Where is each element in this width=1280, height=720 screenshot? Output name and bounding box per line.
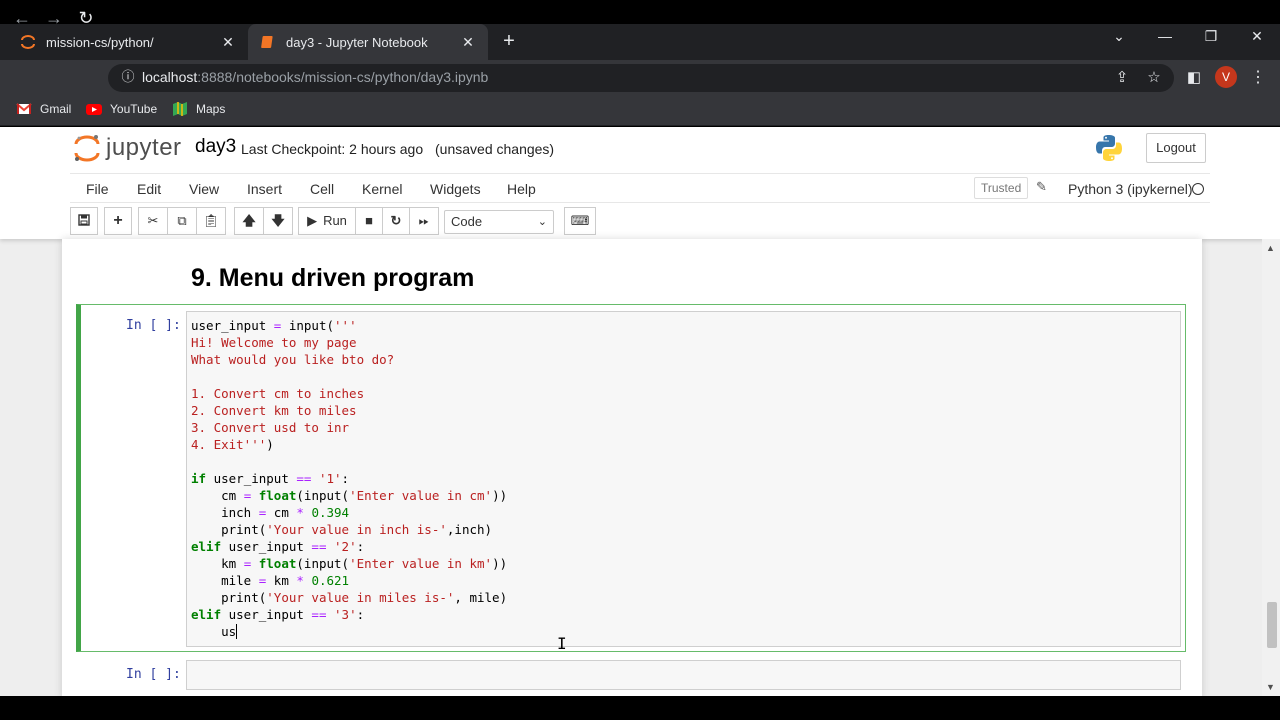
url-text[interactable]: localhost:8888/notebooks/mission-cs/pyth… [142,69,488,85]
restore-icon[interactable]: ❐ [1196,28,1226,45]
mouse-ibeam-icon: I [557,634,567,653]
logo-text: jupyter [106,134,182,161]
cell-type-select[interactable]: Code ⌄ [444,210,554,234]
move-up-icon[interactable]: 🡅 [234,207,264,235]
python-logo-icon [1096,135,1122,161]
menu-edit[interactable]: Edit [137,181,161,197]
bookmark-star-icon[interactable]: ☆ [1142,66,1166,90]
tab-close-icon[interactable]: ✕ [460,34,476,51]
notebook-name[interactable]: day3 [195,136,236,158]
trusted-badge[interactable]: Trusted [974,177,1029,199]
jupyter-favicon-icon [20,34,36,50]
page-scrollbar[interactable]: ▲ ▼ [1262,239,1280,696]
jupyter-logo[interactable]: jupyter [74,133,182,163]
bookmark-youtube[interactable]: YouTube [86,101,157,117]
youtube-icon [86,101,102,117]
bookmark-label: Gmail [40,102,72,116]
tab-search-icon[interactable]: ⌄ [1104,28,1134,45]
maps-icon [172,101,188,117]
unsaved-indicator: (unsaved changes) [435,141,555,157]
text-cursor [236,624,238,639]
new-tab-icon[interactable]: + [498,30,520,52]
reload-icon[interactable]: ↻ [74,6,98,30]
bookmark-maps[interactable]: Maps [172,101,225,117]
tab-close-icon[interactable]: ✕ [220,34,236,51]
checkpoint-status: Last Checkpoint: 2 hours ago (unsaved ch… [241,141,554,157]
bottom-bar [0,696,1280,720]
code-text[interactable]: user_input = input(''' Hi! Welcome to my… [191,317,507,640]
tabstrip-top [0,0,1280,24]
menu-kernel[interactable]: Kernel [362,181,402,197]
run-button[interactable]: ▶ Run [298,207,356,235]
logout-button[interactable]: Logout [1146,133,1206,163]
minimize-icon[interactable]: — [1150,28,1180,44]
edit-pencil-icon[interactable]: ✎ [1036,179,1047,195]
menu-file[interactable]: File [86,181,109,197]
bookmark-label: Maps [196,102,226,116]
run-label: Run [323,213,347,228]
checkpoint-text: Last Checkpoint: 2 hours ago [241,141,424,157]
share-icon[interactable]: ⇪ [1110,66,1134,90]
menu-insert[interactable]: Insert [247,181,282,197]
empty-code-cell[interactable] [186,660,1181,690]
url-path: :8888/notebooks/mission-cs/python/day3.i… [197,69,489,85]
copy-icon[interactable]: ⧉ [167,207,197,235]
menu-help[interactable]: Help [507,181,536,197]
bookmark-gmail[interactable]: Gmail [16,101,71,117]
notebook-container: 9. Menu driven program In [ ]: user_inpu… [62,239,1202,696]
url-host: localhost [142,69,198,85]
bookmark-label: YouTube [110,102,158,116]
sidepanel-icon[interactable]: ◧ [1182,66,1206,90]
chevron-down-icon: ⌄ [537,216,547,228]
jupyter-page: jupyter day3 Last Checkpoint: 2 hours ag… [0,127,1280,696]
jupyter-header: jupyter day3 Last Checkpoint: 2 hours ag… [0,127,1280,239]
close-window-icon[interactable]: ✕ [1242,28,1272,45]
restart-kernel-icon[interactable]: ↻ [382,207,410,235]
restart-run-all-icon[interactable]: ⏩︎ [409,207,439,235]
kernel-name[interactable]: Python 3 (ipykernel) [1068,181,1193,197]
command-palette-icon[interactable]: ⌨ [564,207,596,235]
gmail-icon [16,101,32,117]
scroll-up-icon[interactable]: ▲ [1266,243,1275,253]
cell-type-value: Code [451,214,483,229]
move-down-icon[interactable]: 🡇 [263,207,293,235]
tab-label: mission-cs/python/ [46,34,154,50]
tab-label: day3 - Jupyter Notebook [286,34,428,50]
profile-avatar[interactable]: V [1215,66,1237,88]
back-icon[interactable]: ← [10,6,34,30]
interrupt-kernel-icon[interactable]: ■ [355,207,383,235]
kernel-idle-indicator [1192,183,1204,195]
scroll-down-icon[interactable]: ▼ [1266,682,1275,692]
insert-cell-below-icon[interactable]: + [104,207,132,235]
jupyter-logo-icon [74,135,100,162]
markdown-heading[interactable]: 9. Menu driven program [191,264,474,293]
menu-widgets[interactable]: Widgets [430,181,481,197]
menu-view[interactable]: View [189,181,219,197]
input-prompt: In [ ]: [126,318,181,333]
menu-cell[interactable]: Cell [310,181,334,197]
scrollbar-thumb[interactable] [1267,602,1277,648]
save-icon[interactable] [70,207,98,235]
forward-icon[interactable]: → [42,6,66,30]
input-prompt: In [ ]: [126,667,181,682]
menubar: File Edit View Insert Cell Kernel Widget… [70,173,1210,203]
site-info-icon[interactable]: ⓘ [120,69,136,85]
browser-menu-icon[interactable]: ⋮ [1250,66,1266,90]
paste-icon[interactable]: 📋︎ [196,207,226,235]
tab-day3[interactable]: day3 - Jupyter Notebook ✕ [248,24,488,60]
play-icon: ▶ [307,213,318,228]
notebook-favicon-icon [260,34,276,50]
cut-icon[interactable]: ✂ [138,207,168,235]
